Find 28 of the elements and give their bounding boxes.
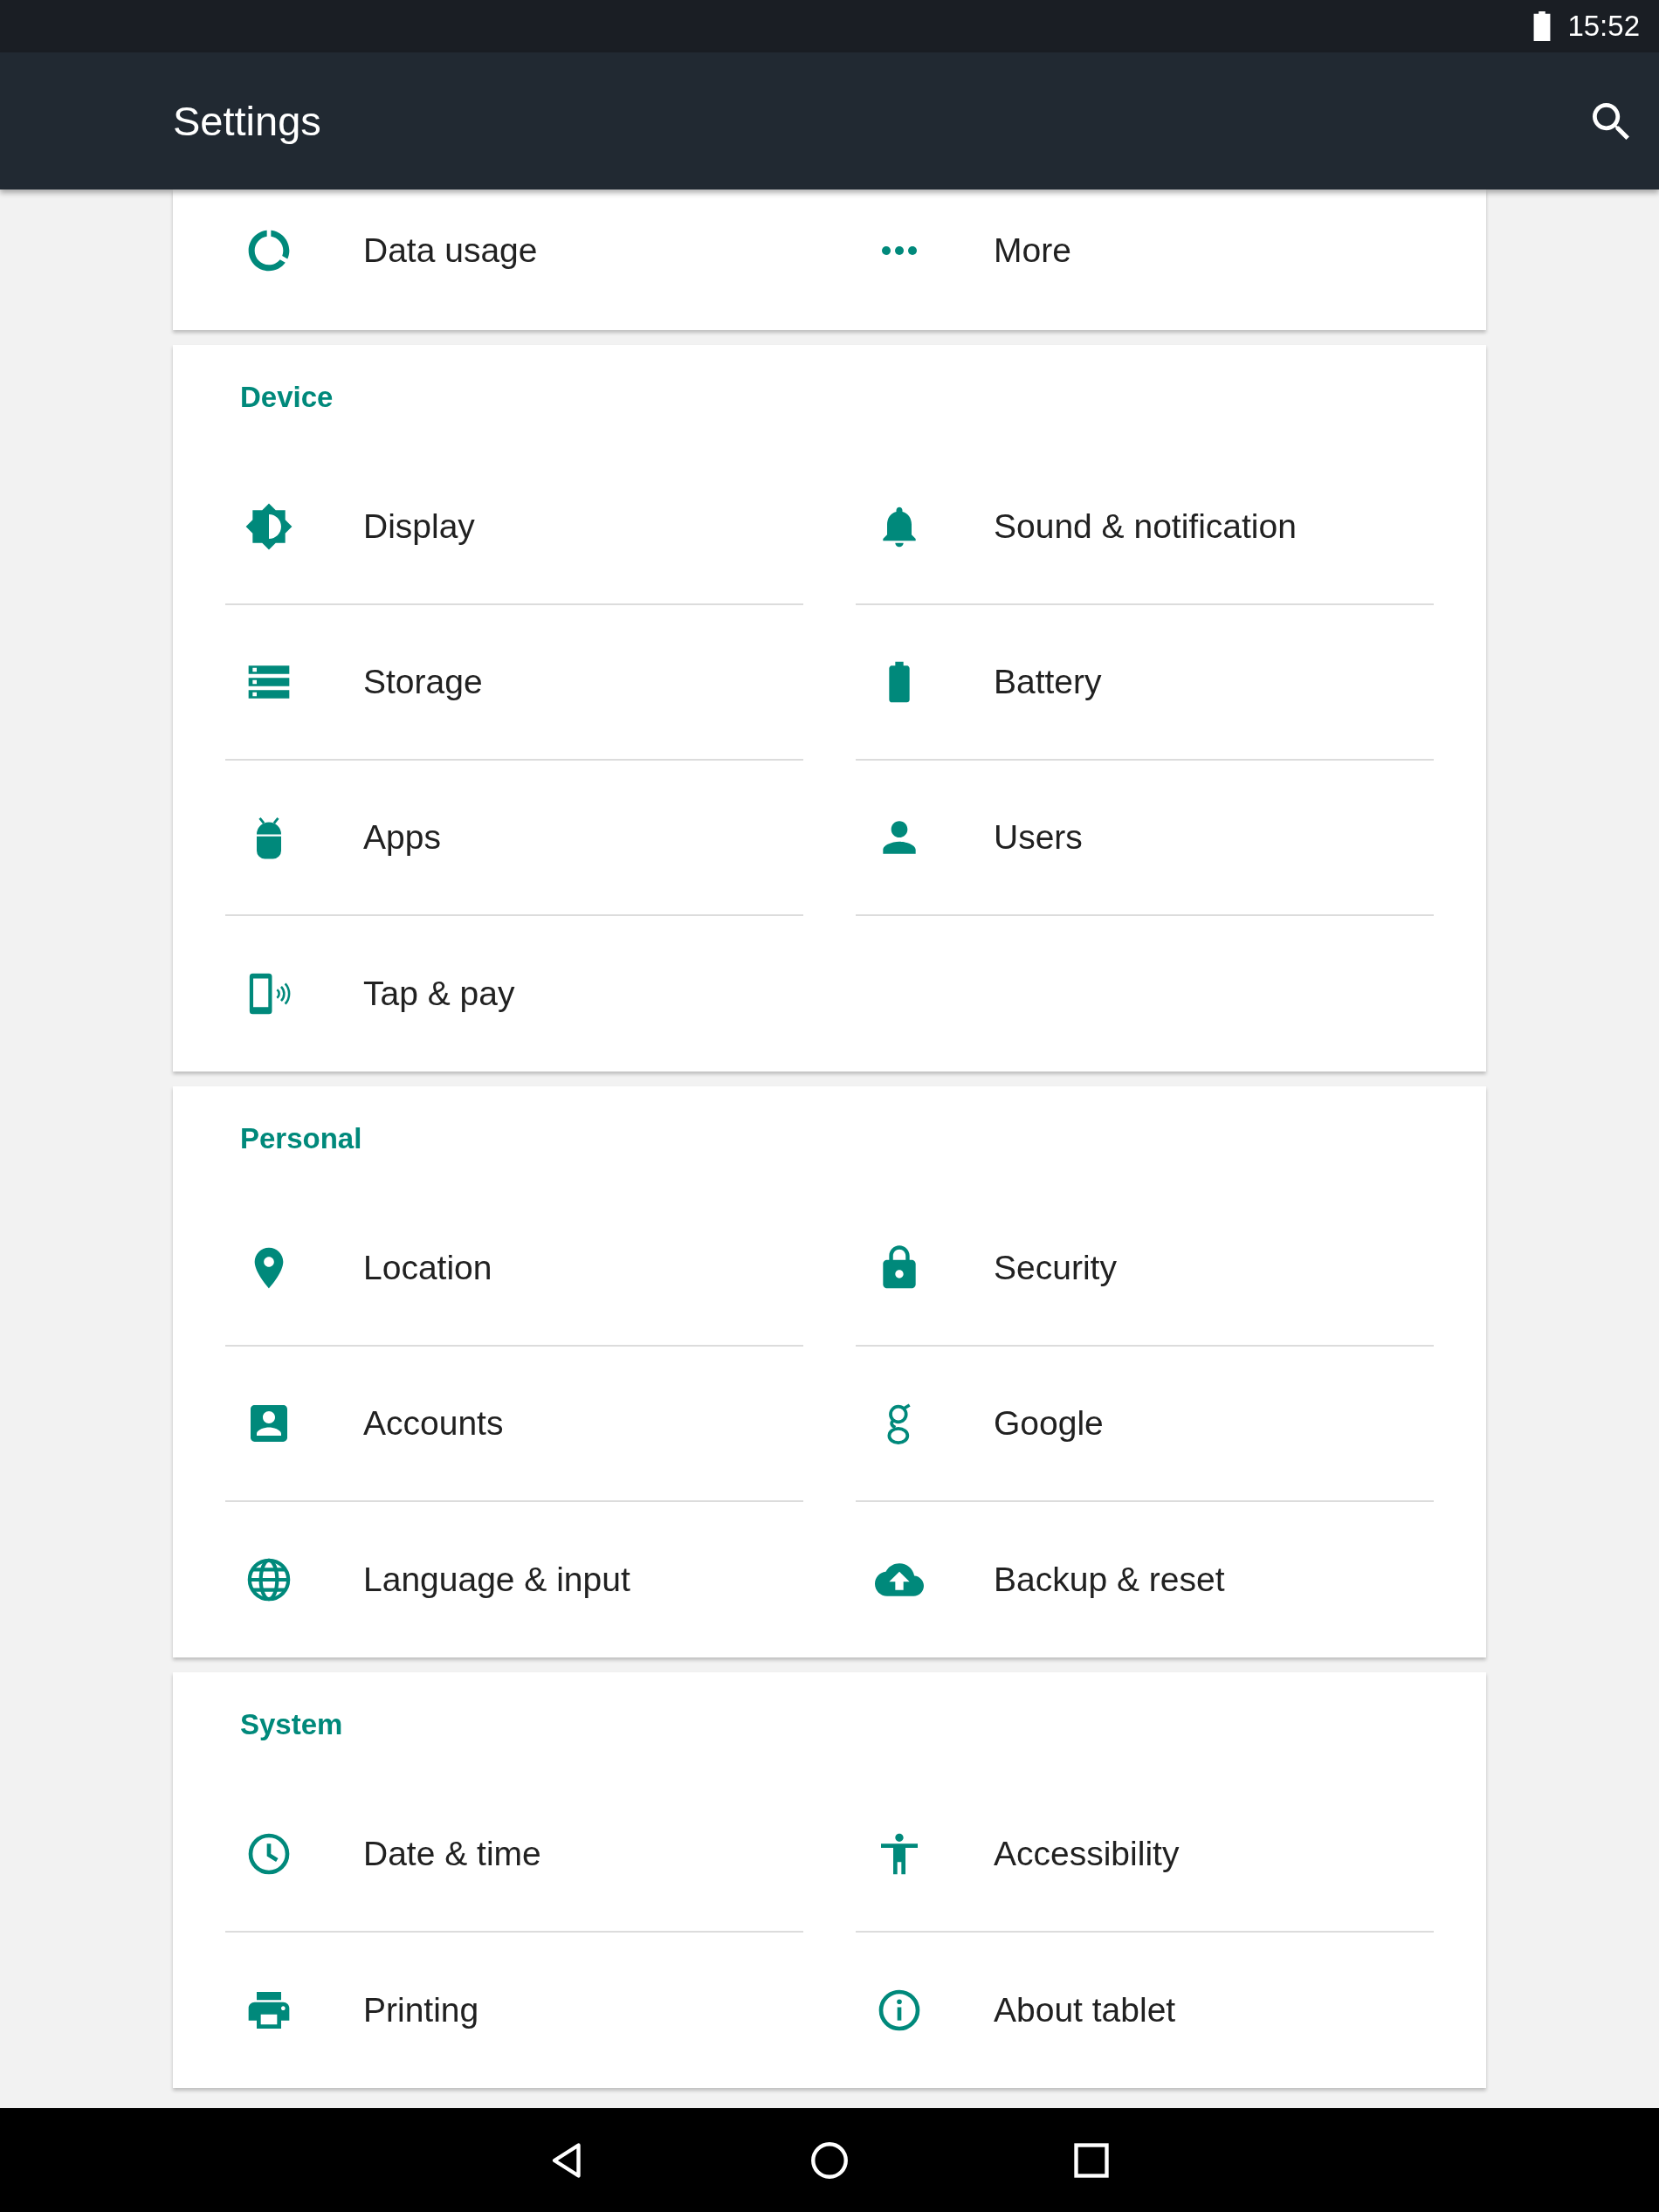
dots-icon — [882, 246, 917, 255]
settings-item[interactable]: Language & input — [225, 1502, 803, 1657]
settings-item[interactable]: Google — [856, 1347, 1434, 1502]
screen-title: Settings — [173, 97, 321, 145]
brightness-icon — [244, 502, 293, 551]
settings-item[interactable]: Date & time — [225, 1777, 803, 1933]
settings-item[interactable]: Accounts — [225, 1347, 803, 1502]
clock-time: 15:52 — [1567, 10, 1640, 43]
settings-item[interactable]: Users — [856, 761, 1434, 916]
section-header: Device — [240, 381, 334, 414]
battery-icon — [1532, 11, 1552, 41]
settings-item[interactable]: Printing — [225, 1933, 803, 2088]
settings-item[interactable]: Storage — [225, 605, 803, 761]
settings-item[interactable]: Display — [225, 450, 803, 605]
search-icon[interactable] — [1593, 102, 1629, 140]
settings-item[interactable]: Battery — [856, 605, 1434, 761]
settings-item[interactable]: Backup & reset — [856, 1502, 1434, 1657]
settings-item[interactable]: About tablet — [856, 1933, 1434, 2088]
settings-item[interactable]: More — [856, 190, 1434, 312]
section-header: Personal — [240, 1122, 362, 1155]
settings-item[interactable]: Location — [225, 1191, 803, 1347]
settings-item[interactable]: Security — [856, 1191, 1434, 1347]
section-header: System — [240, 1708, 343, 1741]
settings-item[interactable]: Apps — [225, 761, 803, 916]
settings-item[interactable]: Sound & notification — [856, 450, 1434, 605]
settings-item[interactable]: Accessibility — [856, 1777, 1434, 1933]
settings-item[interactable]: Tap & pay — [225, 916, 803, 1072]
settings-item[interactable]: Data usage — [225, 190, 803, 312]
